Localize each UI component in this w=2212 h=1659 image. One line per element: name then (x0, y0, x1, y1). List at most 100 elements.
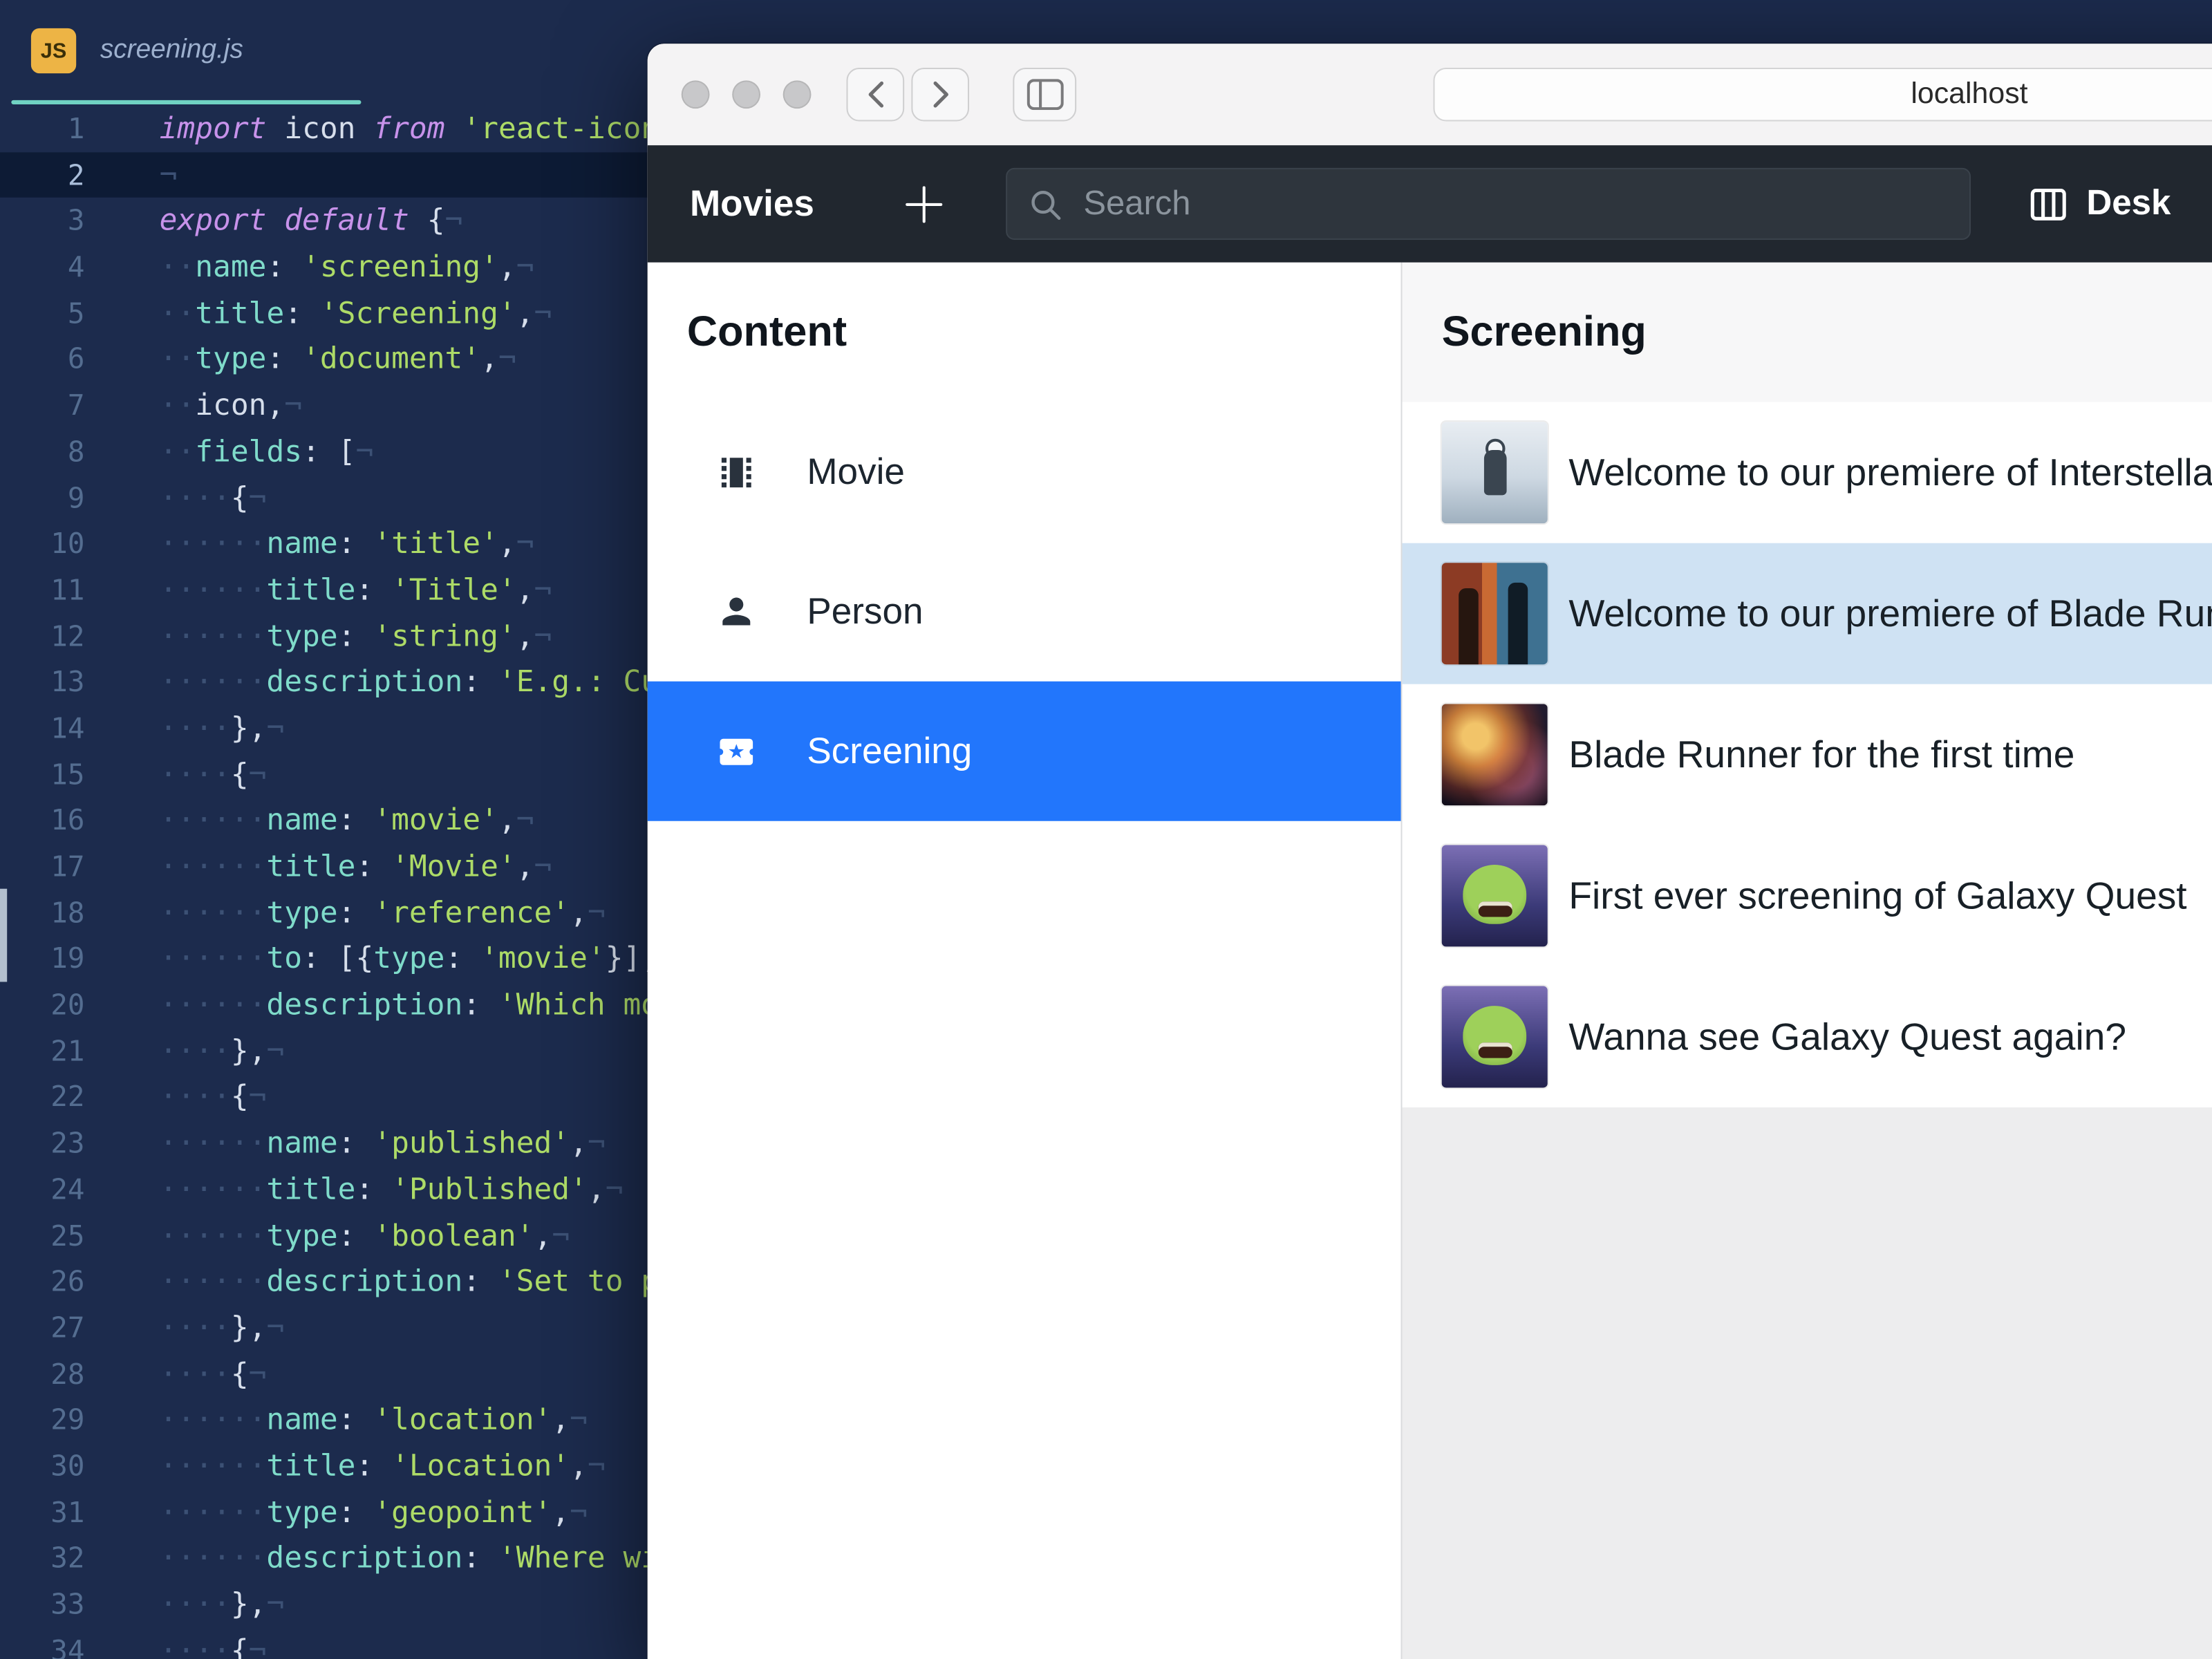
line-number: 30 (50, 1448, 85, 1483)
line-number: 24 (50, 1172, 85, 1206)
code-text: export default {¬ (159, 203, 463, 238)
studio-navbar: Movies Search Desk (647, 145, 2212, 263)
line-number: 5 (67, 296, 85, 330)
line-number: 33 (50, 1586, 85, 1621)
line-number: 3 (67, 203, 85, 238)
content-type-item-person[interactable]: Person (648, 542, 1401, 682)
screen: JS screening.js 1import icon from 'react… (0, 0, 2212, 1659)
poster-thumbnail-interstellar (1441, 422, 1548, 524)
line-number: 6 (67, 341, 85, 376)
line-number: 17 (50, 849, 85, 883)
content-type-list: Movie Person Screening (647, 402, 1401, 821)
code-text: ··icon,¬ (159, 388, 303, 422)
code-text: ····{¬ (159, 1356, 267, 1391)
line-number: 12 (50, 619, 85, 653)
browser-titlebar: localhost (647, 44, 2212, 147)
chevron-left-icon (867, 80, 883, 109)
code-text: ······title: 'Published',¬ (159, 1172, 624, 1206)
content-type-item-screening[interactable]: Screening (647, 681, 1401, 821)
content-type-label: Movie (807, 450, 905, 493)
address-bar[interactable]: localhost (1433, 67, 2212, 122)
screening-list-item[interactable]: Welcome to our premiere of Blade Runner … (1402, 543, 2212, 684)
code-text: ··title: 'Screening',¬ (159, 296, 552, 330)
line-number: 31 (50, 1494, 85, 1529)
new-document-button[interactable] (901, 182, 946, 227)
poster-thumbnail-br2049 (1441, 563, 1548, 665)
back-button[interactable] (846, 67, 905, 122)
code-text: ··name: 'screening',¬ (159, 250, 534, 284)
code-text: ····},¬ (159, 711, 285, 745)
content-type-label: Person (807, 590, 924, 632)
project-title[interactable]: Movies (690, 145, 814, 262)
line-number: 34 (50, 1633, 85, 1659)
tab-filename: screening.js (100, 35, 243, 65)
plus-icon (903, 183, 945, 225)
code-text: ··type: 'document',¬ (159, 341, 516, 376)
code-text: ······type: 'string',¬ (159, 619, 552, 653)
screening-pane: Screening Welcome to our premiere of Int… (1402, 262, 2212, 1659)
editor-tab-screening-js[interactable]: JS screening.js (0, 0, 362, 102)
line-number: 11 (50, 572, 85, 607)
sidebar-toggle-button[interactable] (1013, 67, 1077, 122)
line-number: 20 (50, 987, 85, 1022)
screening-list-item[interactable]: Welcome to our premiere of Interstellar (1402, 402, 2212, 543)
search-input[interactable] (1080, 182, 1950, 225)
person-icon (717, 592, 756, 631)
line-number: 18 (50, 895, 85, 930)
line-number: 26 (50, 1264, 85, 1298)
line-number: 9 (67, 480, 85, 514)
search-box[interactable] (1006, 167, 1971, 240)
address-bar-url: localhost (1911, 77, 2028, 111)
javascript-file-icon: JS (30, 28, 77, 74)
screening-list-item[interactable]: Wanna see Galaxy Quest again? (1402, 966, 2212, 1108)
screening-item-title: First ever screening of Galaxy Quest (1568, 874, 2187, 917)
code-text: ····},¬ (159, 1310, 285, 1344)
poster-thumbnail-bladerunner (1441, 704, 1548, 806)
line-number: 29 (50, 1403, 85, 1437)
code-text: ······title: 'Movie',¬ (159, 849, 552, 883)
screening-item-title: Welcome to our premiere of Interstellar (1568, 451, 2212, 494)
poster-thumbnail-galaxyquest (1441, 845, 1548, 947)
window-minimize-button[interactable] (732, 80, 761, 109)
content-pane-title: Content (686, 308, 847, 355)
line-number: 22 (50, 1080, 85, 1114)
film-icon (717, 452, 756, 491)
line-number: 10 (50, 526, 85, 561)
content-type-item-movie[interactable]: Movie (648, 402, 1401, 542)
ticket-star-icon (717, 731, 756, 771)
studio-app: Movies Search Desk Content Movie Person … (647, 145, 2212, 1659)
poster-thumbnail-galaxyquest (1441, 986, 1548, 1088)
content-pane: Content Movie Person Screening (647, 262, 1403, 1659)
line-number: 28 (50, 1356, 85, 1391)
line-number: 13 (50, 664, 85, 699)
code-text: ······name: 'movie',¬ (159, 803, 534, 837)
line-number: 32 (50, 1541, 85, 1575)
code-text: ······type: 'geopoint',¬ (159, 1494, 588, 1529)
forward-button[interactable] (911, 67, 970, 122)
screening-list-item[interactable]: First ever screening of Galaxy Quest (1402, 825, 2212, 966)
screening-list-item[interactable]: Blade Runner for the first time (1402, 684, 2212, 825)
sidebar-icon (1026, 79, 1063, 111)
code-text: ··fields: [¬ (159, 434, 374, 469)
code-text: ····{¬ (159, 1080, 267, 1114)
window-close-button[interactable] (681, 80, 710, 109)
line-number: 14 (50, 711, 85, 745)
code-text: ······title: 'Title',¬ (159, 572, 552, 607)
search-icon (1027, 185, 1064, 222)
screening-item-title: Welcome to our premiere of Blade Runner … (1568, 592, 2212, 635)
code-text: ······title: 'Location',¬ (159, 1448, 606, 1483)
desk-tool-button[interactable]: Desk (2027, 145, 2171, 262)
code-text: ¬ (159, 157, 178, 191)
line-number: 16 (50, 803, 85, 837)
line-number: 23 (50, 1125, 85, 1160)
window-zoom-button[interactable] (782, 80, 812, 109)
line-number: 4 (67, 250, 85, 284)
active-tab-indicator (11, 100, 362, 105)
line-number: 7 (67, 388, 85, 422)
code-text: ······name: 'title',¬ (159, 526, 534, 561)
browser-window: localhost Movies Search Desk Content Mov… (647, 44, 2212, 1659)
columns-icon (2027, 182, 2070, 225)
studio-body: Content Movie Person Screening Screening W… (647, 262, 2212, 1659)
code-text: ····},¬ (159, 1033, 285, 1068)
code-text: ····},¬ (159, 1586, 285, 1621)
